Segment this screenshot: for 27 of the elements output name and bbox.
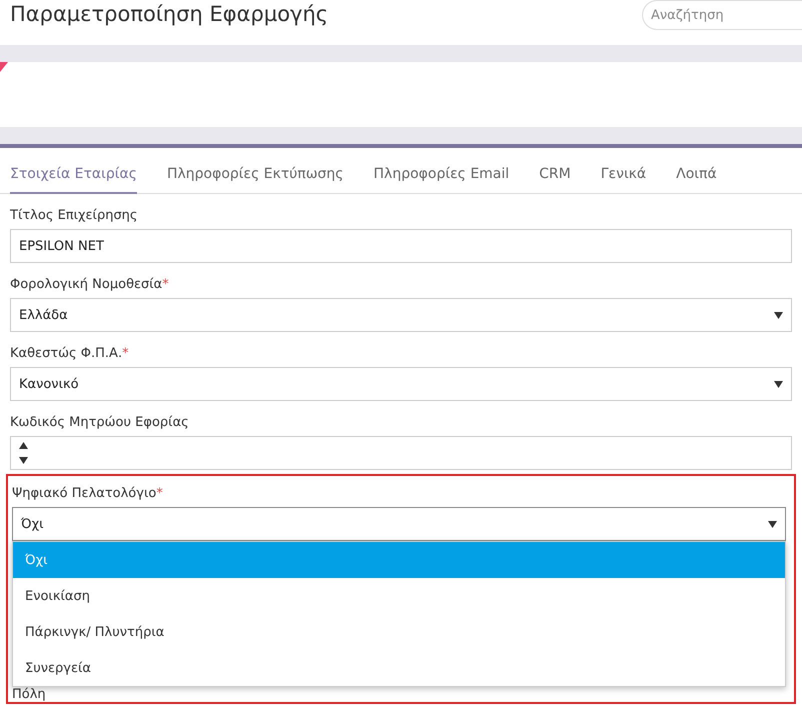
spinner-icon[interactable]	[19, 442, 28, 464]
tab[interactable]: Πληροφορίες Εκτύπωσης	[166, 164, 344, 194]
caret-icon	[774, 312, 783, 318]
caret-icon	[774, 380, 783, 388]
select-field[interactable]: Ελλάδα	[10, 298, 792, 332]
page-title: Παραμετροποίηση Εφαρμογής	[10, 1, 328, 26]
tab[interactable]: Στοιχεία Εταιρίας	[10, 164, 137, 194]
field-label: Πόλη	[12, 687, 47, 702]
tab[interactable]: Πληροφορίες Email	[374, 164, 510, 194]
field-label: Κωδικός Μητρώου Εφορίας	[10, 415, 190, 430]
search-field[interactable]: Αναζήτηση	[642, 0, 802, 30]
tab[interactable]: Λοιπά	[676, 164, 717, 194]
select-field[interactable]: Όχι	[12, 507, 786, 541]
corner-triangle-icon	[0, 62, 8, 72]
field-label: Καθεστώς Φ.Π.Α.*	[10, 346, 130, 361]
tab[interactable]: Γενικά	[600, 164, 646, 194]
dropdown-option[interactable]: Ενοικίαση	[13, 578, 785, 614]
caret-icon	[768, 520, 777, 528]
field-label: Φορολογική Νομοθεσία*	[10, 277, 170, 292]
field-label: Τίτλος Επιχείρησης	[10, 208, 139, 223]
dropdown-option[interactable]: Πάρκινγκ/ Πλυντήρια	[13, 614, 785, 650]
dropdown-option[interactable]: Συνεργεία	[13, 650, 785, 686]
tab[interactable]: CRM	[539, 164, 571, 194]
select-field[interactable]: Κανονικό	[10, 367, 792, 401]
input-field[interactable]	[10, 436, 792, 470]
field-label: Ψηφιακό Πελατολόγιο*	[12, 486, 164, 501]
input-field[interactable]: EPSILON NET	[10, 229, 792, 263]
